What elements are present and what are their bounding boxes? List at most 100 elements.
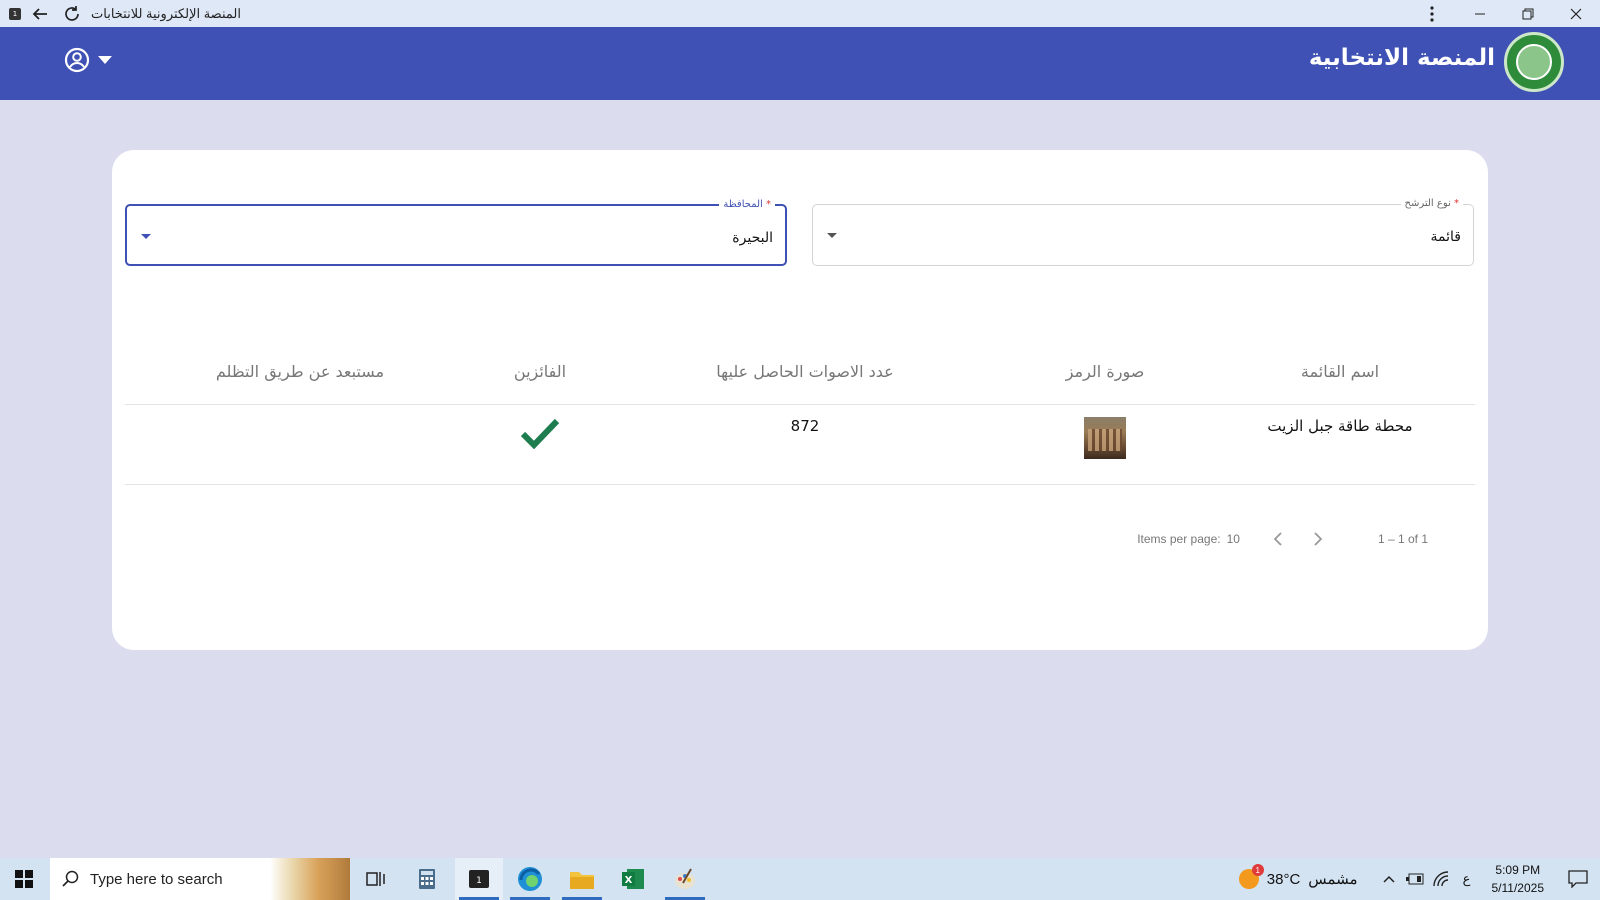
search-icon (62, 870, 79, 887)
clock-date: 5/11/2025 (1491, 881, 1545, 895)
candidacy-type-select[interactable]: نوع الترشح * قائمة (812, 198, 1474, 266)
clock-time: 5:09 PM (1495, 863, 1541, 877)
table-header-row: مستبعد عن طريق التظلم الفائزين عدد الاصو… (125, 340, 1475, 405)
required-mark: * (766, 199, 771, 210)
header-winners[interactable]: الفائزين (475, 340, 605, 405)
app-icon: 1 (9, 7, 21, 20)
election-seal-logo (1504, 32, 1564, 92)
governorate-value: البحيرة (732, 230, 773, 246)
sun-icon: 1 (1238, 864, 1264, 889)
header-votes[interactable]: عدد الاصوات الحاصل عليها (605, 340, 1005, 405)
arrow-drop-down-icon[interactable] (98, 56, 112, 64)
header-list-name[interactable]: اسم القائمة (1205, 340, 1475, 405)
windows-logo-icon (15, 870, 33, 888)
weather-temp: 38°C (1266, 870, 1301, 888)
governorate-label: المحافظة * (719, 199, 775, 210)
minimize-icon (1475, 13, 1485, 14)
chat-bubble-icon (1568, 870, 1588, 888)
chevron-right-icon (1314, 532, 1323, 546)
browser-title-bar: 1 المنصة الإلكترونية للانتخابات (0, 0, 1600, 27)
header-symbol-image[interactable]: صورة الرمز (1005, 340, 1205, 405)
chevron-down-icon (141, 234, 151, 239)
excel-app[interactable]: X (609, 858, 657, 900)
candidacy-type-value: قائمة (1430, 229, 1461, 245)
account-circle-icon[interactable] (64, 47, 90, 73)
paint-app[interactable] (661, 858, 709, 900)
minimize-button[interactable] (1456, 0, 1504, 27)
close-button[interactable] (1552, 0, 1600, 27)
app-icon-label: 1 (12, 9, 18, 18)
weather-widget[interactable]: 1 38°C مشمس (1238, 864, 1358, 889)
table-row[interactable]: 872 محطة طاقة جبل الزيت (125, 404, 1475, 485)
page-range-label: 1 – 1 of 1 (1377, 532, 1428, 546)
governorate-select[interactable]: المحافظة * البحيرة (125, 199, 787, 266)
svg-text:1: 1 (476, 876, 482, 886)
required-mark: * (1454, 198, 1459, 209)
more-options-button[interactable] (1408, 0, 1456, 27)
edge-icon (518, 867, 542, 891)
more-vert-icon (1430, 5, 1434, 22)
app-window-icon: 1 (469, 870, 489, 888)
start-button[interactable] (0, 858, 48, 900)
arrow-left-icon (32, 7, 47, 20)
candidacy-type-label: نوع الترشح * (1400, 198, 1463, 209)
close-icon (1570, 8, 1582, 19)
search-highlight-image (270, 858, 350, 900)
app-header: المنصة الانتخابية (0, 27, 1600, 100)
election-app-taskbar[interactable]: 1 (455, 858, 503, 900)
paginator: Items per page: 10 1 – 1 of 1 (1137, 525, 1428, 553)
language-label: ع (1462, 871, 1471, 886)
system-tray: 1 38°C مشمس ع 5:09 PM 5/11/2025 (1238, 858, 1600, 900)
cell-excluded (125, 404, 475, 485)
checkmark-icon (520, 418, 560, 449)
user-menu[interactable] (64, 47, 112, 73)
page-size-select[interactable]: 10 (1227, 532, 1240, 546)
restore-button[interactable] (1504, 0, 1552, 27)
paint-brush-icon (675, 868, 695, 889)
task-view-button[interactable] (352, 858, 400, 900)
calculator-app[interactable] (403, 858, 451, 900)
weather-text: مشمس (1308, 871, 1358, 888)
show-hidden-icons-button[interactable] (1376, 858, 1402, 900)
excel-icon: X (622, 869, 644, 889)
file-explorer-app[interactable] (558, 858, 606, 900)
calculator-icon (419, 869, 435, 889)
folder-icon (570, 872, 594, 889)
next-page-button[interactable] (1298, 525, 1338, 553)
edge-browser-app[interactable] (506, 858, 554, 900)
language-indicator[interactable]: ع (1454, 858, 1480, 900)
chevron-left-icon (1273, 532, 1282, 546)
items-per-page-label: Items per page: (1137, 532, 1221, 546)
cell-list-name: محطة طاقة جبل الزيت (1205, 404, 1475, 485)
chevron-up-icon (1382, 875, 1395, 883)
wifi-icon (1432, 871, 1448, 887)
candidacy-type-label-text: نوع الترشح (1404, 198, 1451, 209)
cell-symbol (1005, 404, 1205, 485)
chevron-down-icon (827, 233, 837, 238)
back-button[interactable] (27, 1, 53, 27)
windows-taskbar: Type here to search 1 X 1 38°C مشمس ع 5:… (0, 858, 1600, 900)
results-card: المحافظة * البحيرة نوع الترشح * قائمة مس… (112, 150, 1488, 650)
window-title: المنصة الإلكترونية للانتخابات (91, 5, 241, 21)
taskbar-search[interactable]: Type here to search (50, 858, 350, 900)
svg-text:X: X (625, 875, 633, 886)
cell-winner (475, 404, 605, 485)
brand-title: المنصة الانتخابية (1308, 45, 1495, 71)
restore-icon (1522, 8, 1534, 19)
battery-icon (1405, 873, 1423, 885)
battery-button[interactable] (1402, 858, 1428, 900)
previous-page-button[interactable] (1258, 525, 1298, 553)
task-view-icon (366, 872, 385, 886)
search-placeholder: Type here to search (90, 870, 223, 888)
cell-votes: 872 (605, 404, 1005, 485)
weather-badge: 1 (1251, 864, 1264, 876)
refresh-button[interactable] (59, 1, 85, 27)
clock[interactable]: 5:09 PM 5/11/2025 (1492, 861, 1545, 897)
header-excluded[interactable]: مستبعد عن طريق التظلم (125, 340, 475, 405)
notifications-button[interactable] (1556, 858, 1600, 900)
refresh-icon (65, 5, 79, 21)
governorate-label-text: المحافظة (723, 199, 763, 210)
network-button[interactable] (1428, 858, 1454, 900)
results-table: مستبعد عن طريق التظلم الفائزين عدد الاصو… (125, 340, 1475, 485)
symbol-thumbnail[interactable] (1084, 416, 1126, 459)
